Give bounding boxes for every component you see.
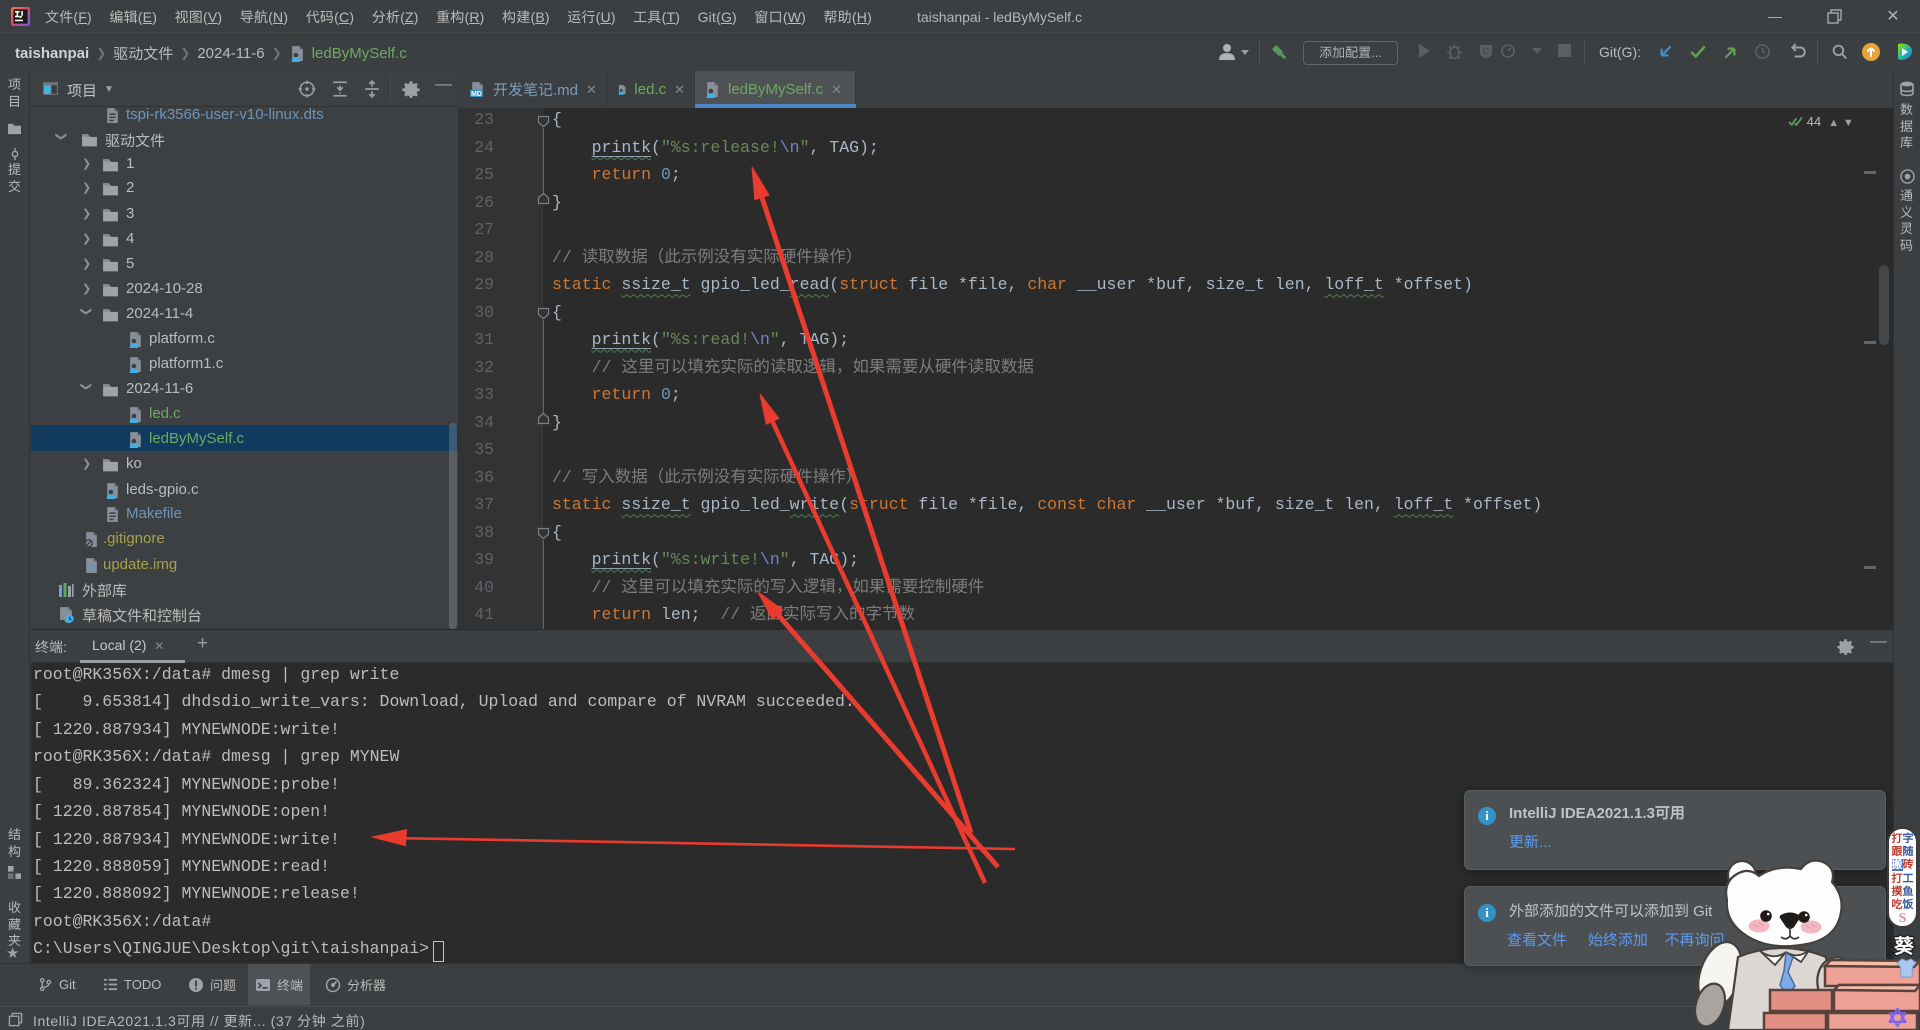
svg-text:MD: MD [471,91,482,98]
svg-text:葵: 葵 [1893,932,1915,958]
svg-text:?: ? [89,563,95,573]
svg-text:C: C [1483,46,1490,56]
